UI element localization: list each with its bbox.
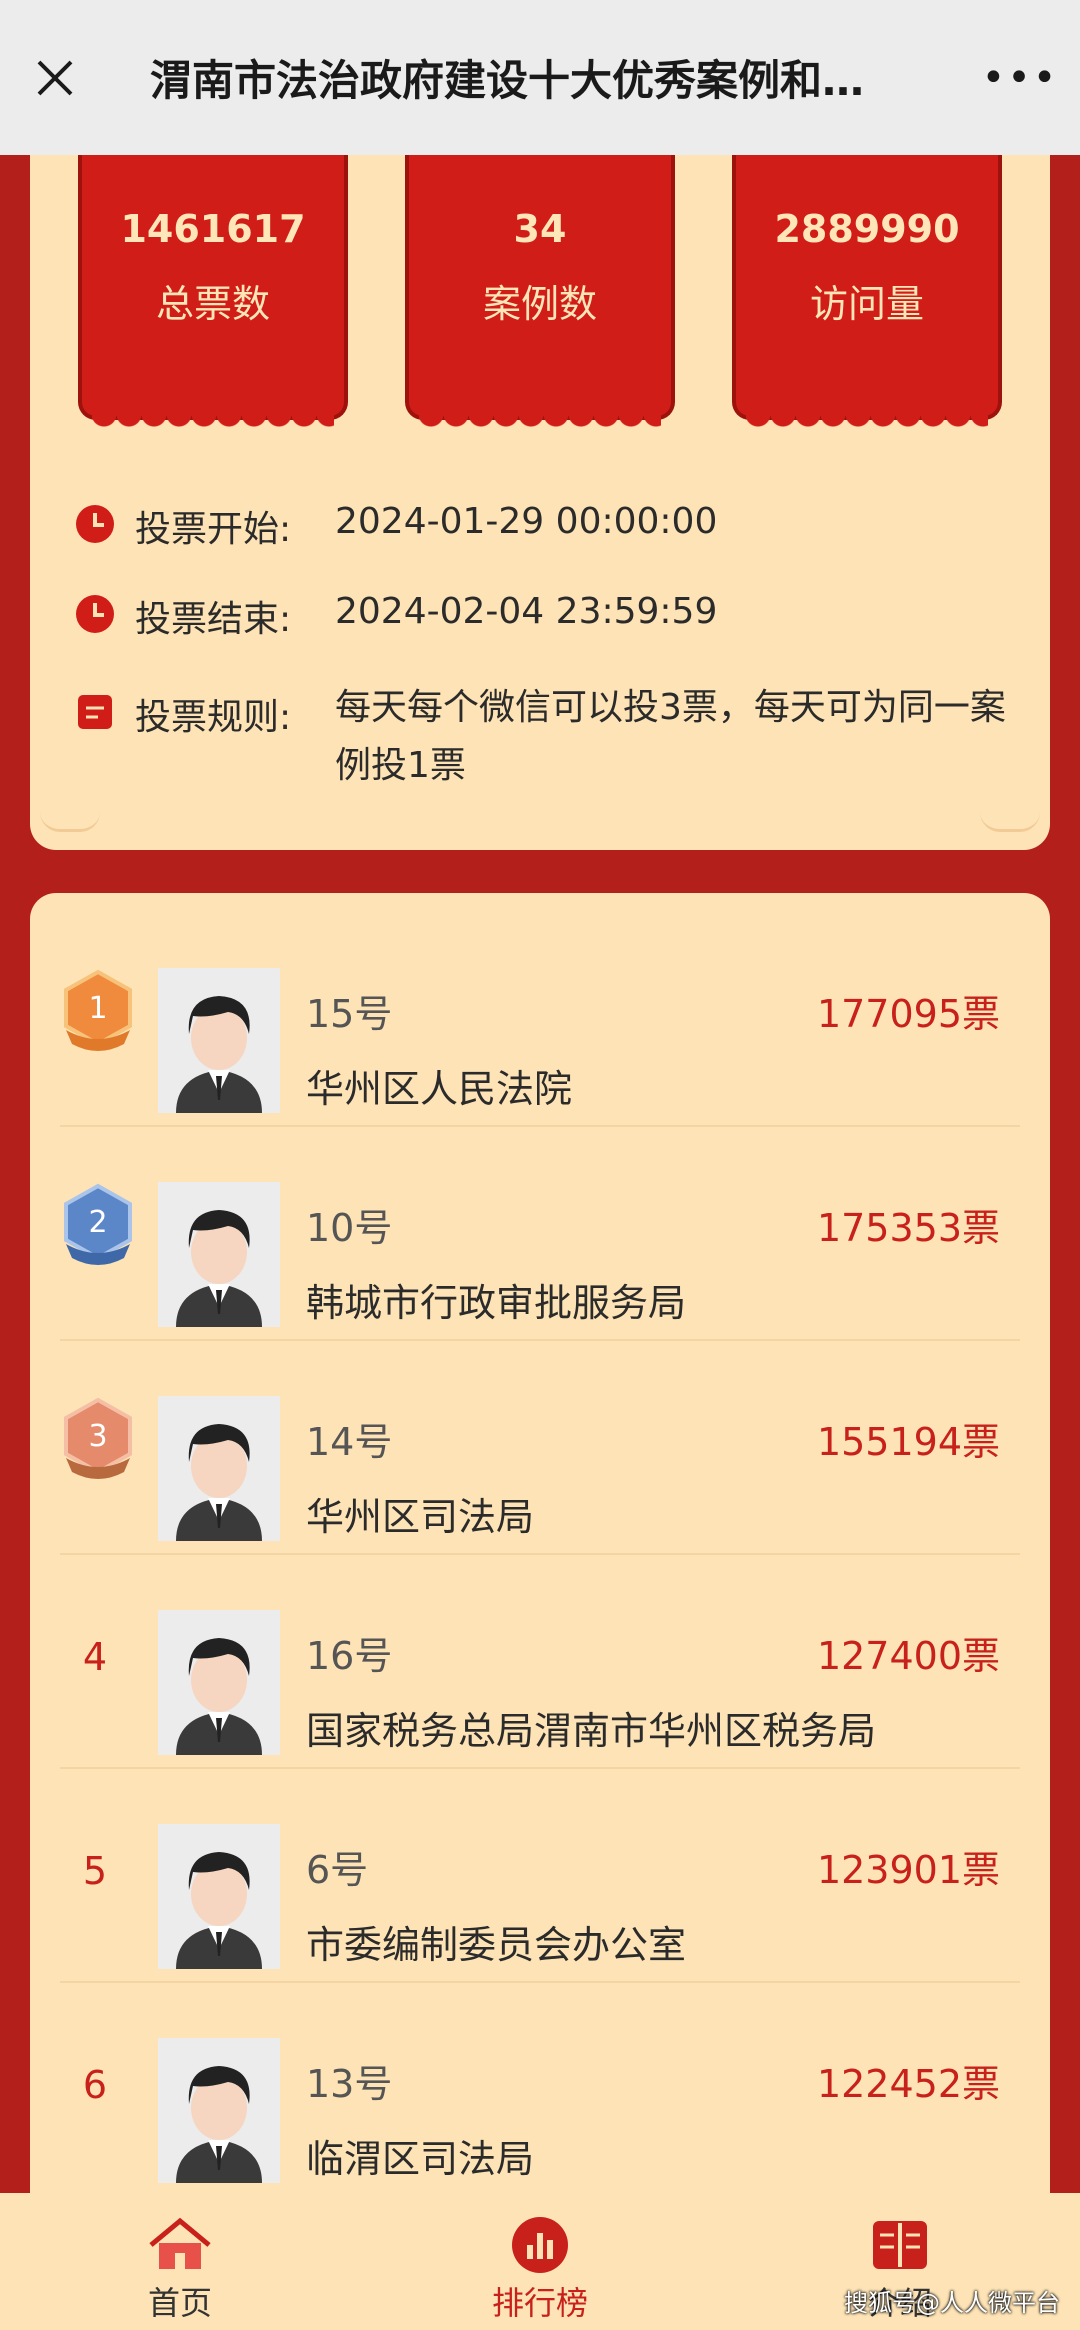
book-icon: [873, 2221, 927, 2269]
vote-start-row: 投票开始: 2024-01-29 00:00:00: [75, 500, 1035, 552]
vote-count: 122452票: [816, 2062, 1000, 2106]
case-number: 14号: [306, 1420, 393, 1464]
stat-label: 访问量: [809, 282, 924, 326]
page-title: 渭南市法治政府建设十大优秀案例和…: [150, 56, 865, 105]
vote-end-row: 投票结束: 2024-02-04 23:59:59: [75, 590, 1035, 642]
watermark: 搜狐号@人人微平台: [844, 2289, 1060, 2317]
list-item[interactable]: 6 13号 122452票 临渭区司法局: [30, 1983, 1050, 2193]
svg-text:2: 2: [88, 1205, 107, 1240]
vote-end-label: 投票结束:: [135, 599, 292, 640]
more-button[interactable]: •••: [960, 0, 1080, 155]
person-icon: [176, 1210, 262, 1327]
info-card: 1461617 总票数 34 案例数 2889990 访问量 投票开始: 202…: [30, 155, 1050, 850]
fringe-decoration: [419, 414, 661, 438]
avatar: [158, 968, 280, 1113]
org-name: 韩城市行政审批服务局: [306, 1281, 687, 1325]
close-icon: [37, 60, 73, 95]
bar-chart-icon: [512, 2217, 568, 2273]
home-icon: [149, 2217, 211, 2269]
vote-rule-value: 每天每个微信可以投3票，每天可为同一案例投1票: [335, 687, 1006, 786]
avatar: [158, 1396, 280, 1541]
list-item[interactable]: 2 10号 175353票 韩城市行政审批服务局: [30, 1127, 1050, 1341]
rank-number: 5: [82, 1849, 108, 1893]
person-icon: [176, 2066, 262, 2183]
vote-count: 127400票: [816, 1634, 1000, 1678]
list-item[interactable]: 1 15号 177095票 华州区人民法院: [30, 913, 1050, 1127]
stat-case-count: 34 案例数: [405, 155, 675, 438]
gold-medal-icon: 1: [64, 969, 132, 1051]
bottom-tab-bar: 首页 排行榜 介绍 搜狐号@人人微平台: [0, 2193, 1080, 2330]
silver-medal-icon: 2: [64, 1183, 132, 1265]
avatar: [158, 1182, 280, 1327]
avatar: [158, 2038, 280, 2183]
vote-rule-label: 投票规则:: [135, 697, 292, 738]
tab-home-label: 首页: [147, 2284, 212, 2322]
case-number: 15号: [306, 992, 393, 1036]
fringe-decoration: [746, 414, 988, 438]
org-name: 国家税务总局渭南市华州区税务局: [306, 1709, 877, 1753]
org-name: 华州区司法局: [306, 1495, 535, 1539]
document-icon: [78, 695, 112, 729]
person-icon: [176, 1638, 262, 1755]
org-name: 华州区人民法院: [306, 1067, 573, 1111]
person-icon: [176, 1852, 262, 1969]
person-icon: [176, 1424, 262, 1541]
stat-visits: 2889990 访问量: [732, 155, 1002, 438]
list-item[interactable]: 3 14号 155194票 华州区司法局: [30, 1341, 1050, 1555]
tab-ranking-label: 排行榜: [491, 2284, 588, 2322]
rank-number: 6: [82, 2063, 108, 2107]
close-button[interactable]: [0, 0, 110, 155]
list-item[interactable]: 5 6号 123901票 市委编制委员会办公室: [30, 1769, 1050, 1983]
vote-start-value: 2024-01-29 00:00:00: [335, 501, 718, 542]
stat-value: 1461617: [120, 207, 306, 251]
case-number: 16号: [306, 1634, 393, 1678]
avatar: [158, 1824, 280, 1969]
vote-start-label: 投票开始:: [135, 509, 292, 550]
vote-end-value: 2024-02-04 23:59:59: [335, 591, 718, 632]
stat-value: 2889990: [774, 207, 960, 251]
fringe-decoration: [92, 414, 334, 438]
case-number: 13号: [306, 2062, 393, 2106]
tab-ranking[interactable]: 排行榜: [360, 2193, 720, 2330]
stat-label: 案例数: [482, 282, 597, 326]
list-item[interactable]: 4 16号 127400票 国家税务总局渭南市华州区税务局: [30, 1555, 1050, 1769]
svg-text:3: 3: [88, 1419, 107, 1454]
case-number: 6号: [306, 1848, 369, 1892]
person-icon: [176, 996, 262, 1113]
svg-text:1: 1: [88, 991, 107, 1026]
tab-home[interactable]: 首页: [0, 2193, 360, 2330]
avatar: [158, 1610, 280, 1755]
corner-ornament: [980, 804, 1040, 832]
bronze-medal-icon: 3: [64, 1397, 132, 1479]
clock-icon: [76, 505, 114, 543]
ranking-list: 1 15号 177095票 华州区人民法院 2 10号 175353票 韩城市行…: [30, 893, 1050, 2193]
stat-value: 34: [513, 207, 567, 251]
more-icon: •••: [981, 54, 1059, 101]
vote-count: 177095票: [816, 992, 1000, 1036]
stat-total-votes: 1461617 总票数: [78, 155, 348, 438]
vote-count: 155194票: [816, 1420, 1000, 1464]
org-name: 临渭区司法局: [306, 2137, 535, 2181]
rank-number: 4: [82, 1635, 108, 1679]
case-number: 10号: [306, 1206, 393, 1250]
org-name: 市委编制委员会办公室: [306, 1923, 687, 1967]
vote-rule-row: 投票规则: 每天每个微信可以投3票，每天可为同一案例投1票: [75, 687, 1035, 795]
stat-label: 总票数: [155, 282, 270, 326]
vote-count: 123901票: [816, 1848, 1000, 1892]
top-bar: 渭南市法治政府建设十大优秀案例和… •••: [0, 0, 1080, 155]
vote-count: 175353票: [816, 1206, 1000, 1250]
clock-icon: [76, 595, 114, 633]
corner-ornament: [40, 804, 100, 832]
